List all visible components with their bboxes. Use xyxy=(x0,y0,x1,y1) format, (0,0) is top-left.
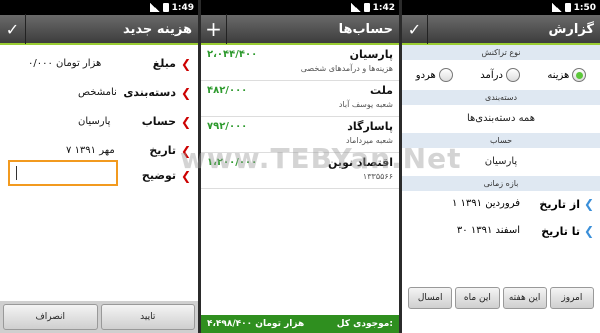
this-week-button[interactable]: این هفته xyxy=(502,287,547,309)
list-item[interactable]: ۷۹۲/۰۰۰ پاسارگاد شعبه میرداماد xyxy=(201,117,399,153)
battery-icon xyxy=(162,3,169,12)
status-bar: 1:50 xyxy=(402,0,600,15)
status-time: 1:49 xyxy=(171,2,194,13)
total-balance-bar: ۴،۴۹۸/۴۰۰ هزار تومان موجودی کل: xyxy=(201,315,399,333)
description-row: ❮ توضیح xyxy=(118,163,198,188)
radio-selected-icon xyxy=(572,68,587,82)
category-label: دسته‌بندی xyxy=(123,86,176,99)
radio-income[interactable]: درآمد xyxy=(480,68,520,82)
from-date-row[interactable]: ❮ از تاریخ ۱ فروردین ۱۳۹۱ xyxy=(402,191,600,218)
screen-report: 1:50 ✓ گزارش نوع تراکنش هزینه درآمد هردو… xyxy=(402,0,600,333)
list-item[interactable]: ۲،۰۴۴/۴۰۰ پارسیان هزینه‌ها و درآمدهای شخ… xyxy=(201,45,399,81)
category-selector[interactable]: همه دسته‌بندی‌ها xyxy=(402,105,600,133)
screen-new-expense: 1:49 ✓ هزینه جدید ❮ مبلغ ۰/۰۰۰ هزار توما… xyxy=(0,0,198,333)
radio-label: درآمد xyxy=(480,69,503,81)
button-bar: انصراف تایید xyxy=(0,301,198,333)
account-name: پارسیان xyxy=(349,48,393,61)
transaction-type-radios: هزینه درآمد هردو xyxy=(402,60,600,90)
period-header: بازه زمانی xyxy=(402,176,600,191)
total-balance-label: موجودی کل: xyxy=(336,319,393,329)
to-date-row[interactable]: ❮ تا تاریخ ۳۰ اسفند ۱۳۹۱ xyxy=(402,218,600,245)
account-header: حساب xyxy=(402,133,600,148)
chevron-left-icon: ❮ xyxy=(180,57,191,71)
account-row[interactable]: ❮ حساب پارسیان xyxy=(0,109,198,134)
status-bar: 1:42 xyxy=(201,0,399,15)
account-value: پارسیان xyxy=(78,116,111,127)
account-label: حساب xyxy=(141,115,176,128)
category-header: دسته‌بندی xyxy=(402,90,600,105)
description-input[interactable] xyxy=(8,160,118,186)
chevron-left-icon: ❮ xyxy=(180,169,191,183)
signal-icon xyxy=(350,3,361,12)
account-name: پاسارگاد xyxy=(347,120,393,133)
radio-label: هردو xyxy=(415,69,436,81)
amount-row[interactable]: ❮ مبلغ ۰/۰۰۰ هزار تومان xyxy=(0,51,198,76)
status-bar: 1:49 xyxy=(0,0,198,15)
to-date-value: ۳۰ اسفند ۱۳۹۱ xyxy=(456,225,520,236)
account-name: اقتصاد نوین xyxy=(328,156,393,169)
title-bar: ✓ گزارش xyxy=(402,14,600,45)
page-title: حساب‌ها xyxy=(338,21,393,37)
account-name: ملت xyxy=(370,84,393,97)
account-selector[interactable]: پارسیان xyxy=(402,148,600,176)
add-icon[interactable]: + xyxy=(201,14,227,44)
account-desc: شعبه میرداماد xyxy=(346,136,393,145)
chevron-left-icon: ❮ xyxy=(180,86,191,100)
chevron-left-icon: ❮ xyxy=(583,224,594,238)
radio-expense[interactable]: هزینه xyxy=(547,68,587,82)
confirm-button[interactable]: تایید xyxy=(100,304,195,330)
cancel-button[interactable]: انصراف xyxy=(3,304,98,330)
account-amount: ۲،۰۴۴/۴۰۰ xyxy=(207,49,258,60)
status-time: 1:42 xyxy=(372,2,395,13)
list-item[interactable]: ۱،۲۰۰/۰۰۰ اقتصاد نوین ۱۳۳۵۵۶۶ xyxy=(201,153,399,189)
radio-icon xyxy=(505,68,520,82)
radio-icon xyxy=(438,68,453,82)
radio-label: هزینه xyxy=(547,69,570,81)
signal-icon xyxy=(551,3,562,12)
category-row[interactable]: ❮ دسته‌بندی نامشخص xyxy=(0,80,198,105)
amount-value: ۰/۰۰۰ هزار تومان xyxy=(28,58,102,69)
list-item[interactable]: ۴۸۲/۰۰۰ ملت شعبه یوسف آباد xyxy=(201,81,399,117)
date-value: ۷ مهر ۱۳۹۱ xyxy=(66,145,115,156)
check-icon[interactable]: ✓ xyxy=(0,14,26,44)
account-desc: ۱۳۳۵۵۶۶ xyxy=(362,172,393,181)
account-amount: ۷۹۲/۰۰۰ xyxy=(207,121,248,132)
from-date-label: از تاریخ xyxy=(539,198,580,211)
account-desc: شعبه یوسف آباد xyxy=(338,100,393,109)
total-balance-value: ۴،۴۹۸/۴۰۰ هزار تومان xyxy=(207,319,305,329)
battery-icon xyxy=(564,3,571,12)
status-time: 1:50 xyxy=(573,2,596,13)
check-icon[interactable]: ✓ xyxy=(402,14,428,44)
chevron-left-icon: ❮ xyxy=(180,115,191,129)
from-date-value: ۱ فروردین ۱۳۹۱ xyxy=(451,198,520,209)
period-buttons: امروز این هفته این ماه امسال xyxy=(408,287,594,309)
signal-icon xyxy=(149,3,160,12)
account-amount: ۱،۲۰۰/۰۰۰ xyxy=(207,157,258,168)
description-label: توضیح xyxy=(141,169,176,182)
battery-icon xyxy=(363,3,370,12)
chevron-left-icon: ❮ xyxy=(180,144,191,158)
today-button[interactable]: امروز xyxy=(549,287,594,309)
account-desc: هزینه‌ها و درآمدهای شخصی xyxy=(300,64,393,73)
date-label: تاریخ xyxy=(149,144,176,157)
chevron-left-icon: ❮ xyxy=(583,197,594,211)
account-amount: ۴۸۲/۰۰۰ xyxy=(207,85,248,96)
amount-label: مبلغ xyxy=(152,57,176,70)
transaction-type-header: نوع تراکنش xyxy=(402,45,600,60)
page-title: هزینه جدید xyxy=(123,21,192,37)
this-year-button[interactable]: امسال xyxy=(408,287,453,309)
screen-accounts: 1:42 + حساب‌ها ۲،۰۴۴/۴۰۰ پارسیان هزینه‌ه… xyxy=(201,0,399,333)
title-bar: ✓ هزینه جدید xyxy=(0,14,198,45)
category-value: نامشخص xyxy=(78,87,117,98)
title-bar: + حساب‌ها xyxy=(201,14,399,45)
this-month-button[interactable]: این ماه xyxy=(455,287,500,309)
radio-both[interactable]: هردو xyxy=(416,68,453,82)
text-caret xyxy=(16,166,17,180)
page-title: گزارش xyxy=(548,21,594,37)
to-date-label: تا تاریخ xyxy=(541,225,580,238)
